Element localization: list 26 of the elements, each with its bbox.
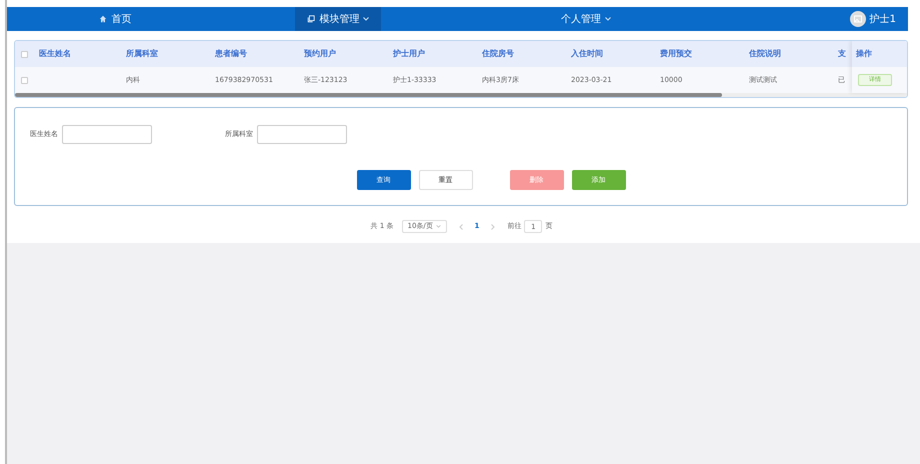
nav-item[interactable]: 护士1 [838,7,908,31]
previous-page-icon[interactable] [458,224,463,230]
column-header: 住院房号 [482,49,514,58]
avatar-icon [850,11,866,27]
column-header: 所属科室 [126,49,158,58]
nav-item[interactable]: 首页 [87,7,144,31]
column-header: 预约用户 [304,49,336,58]
nav-item[interactable]: 模块管理 [295,7,382,31]
column-header: 费用预交 [660,49,692,58]
column-header: 入住时间 [571,49,603,58]
home-icon [99,15,108,23]
copy-icon [307,15,316,23]
column-header: 患者编号 [215,49,247,58]
next-page-icon[interactable] [491,224,496,230]
column-header: 操作 [856,48,872,60]
nav-item[interactable]: 个人管理 [549,7,624,31]
chevron-down-icon [436,225,441,228]
column-header: 支 [838,49,846,58]
scrollbar[interactable] [15,93,907,97]
input-field[interactable] [257,125,347,144]
input-field[interactable] [62,125,152,144]
column-header: 医生姓名 [39,49,71,58]
row-checkbox[interactable] [21,76,28,84]
select-all-checkbox[interactable] [21,50,28,58]
column-header: 住院说明 [749,49,781,58]
column-header: 护士用户 [393,49,425,58]
